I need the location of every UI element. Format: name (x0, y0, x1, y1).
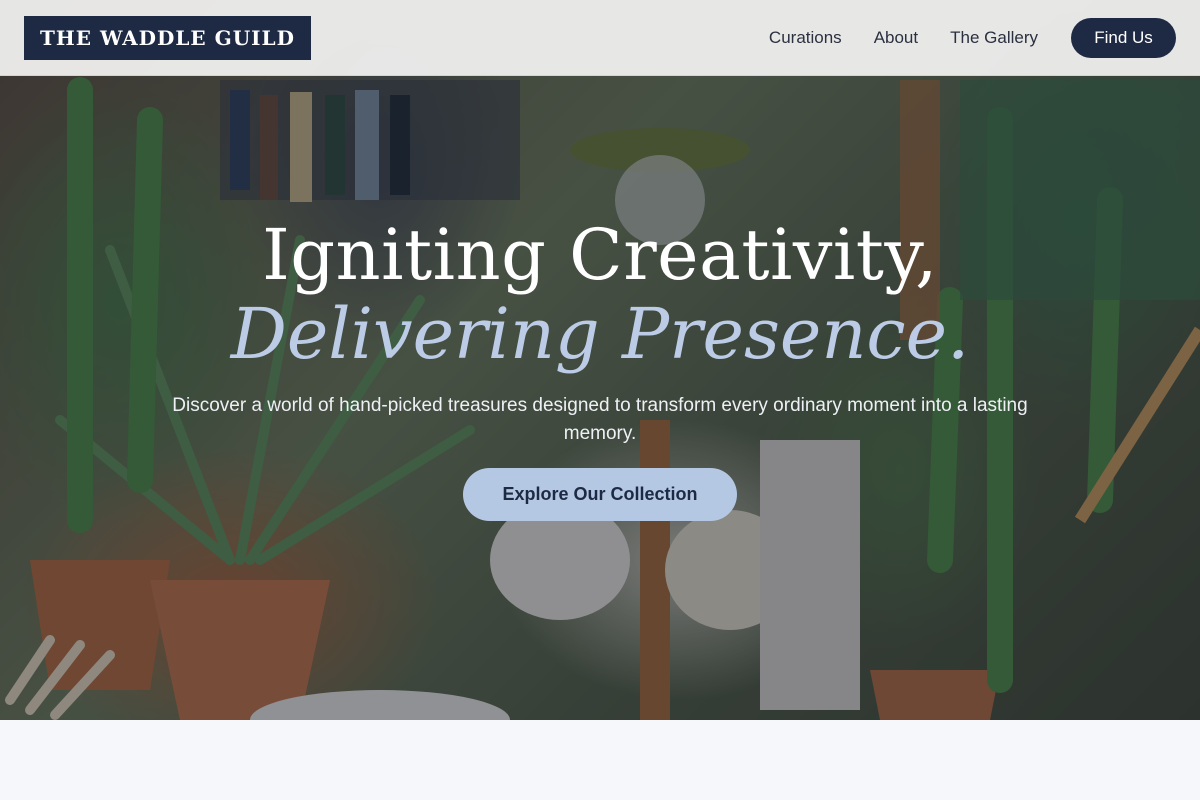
find-us-button[interactable]: Find Us (1071, 17, 1176, 58)
hero-content: Igniting Creativity, Delivering Presence… (0, 212, 1200, 521)
nav-link-the-gallery[interactable]: The Gallery (950, 28, 1038, 48)
hero-headline-primary: Igniting Creativity, (262, 214, 938, 296)
hero-section: Igniting Creativity, Delivering Presence… (0, 0, 1200, 720)
hero-subtitle: Discover a world of hand-picked treasure… (172, 395, 1028, 444)
brand-logo[interactable]: THE WADDLE GUILD (24, 15, 311, 60)
nav-link-curations[interactable]: Curations (769, 28, 842, 48)
below-hero-section (0, 720, 1200, 800)
nav-link-about[interactable]: About (874, 28, 918, 48)
hero-headline-secondary: Delivering Presence. (230, 293, 970, 375)
explore-collection-button[interactable]: Explore Our Collection (463, 468, 737, 521)
top-navbar: THE WADDLE GUILD Curations About The Gal… (0, 0, 1200, 76)
nav-links: Curations About The Gallery Find Us (737, 17, 1176, 58)
